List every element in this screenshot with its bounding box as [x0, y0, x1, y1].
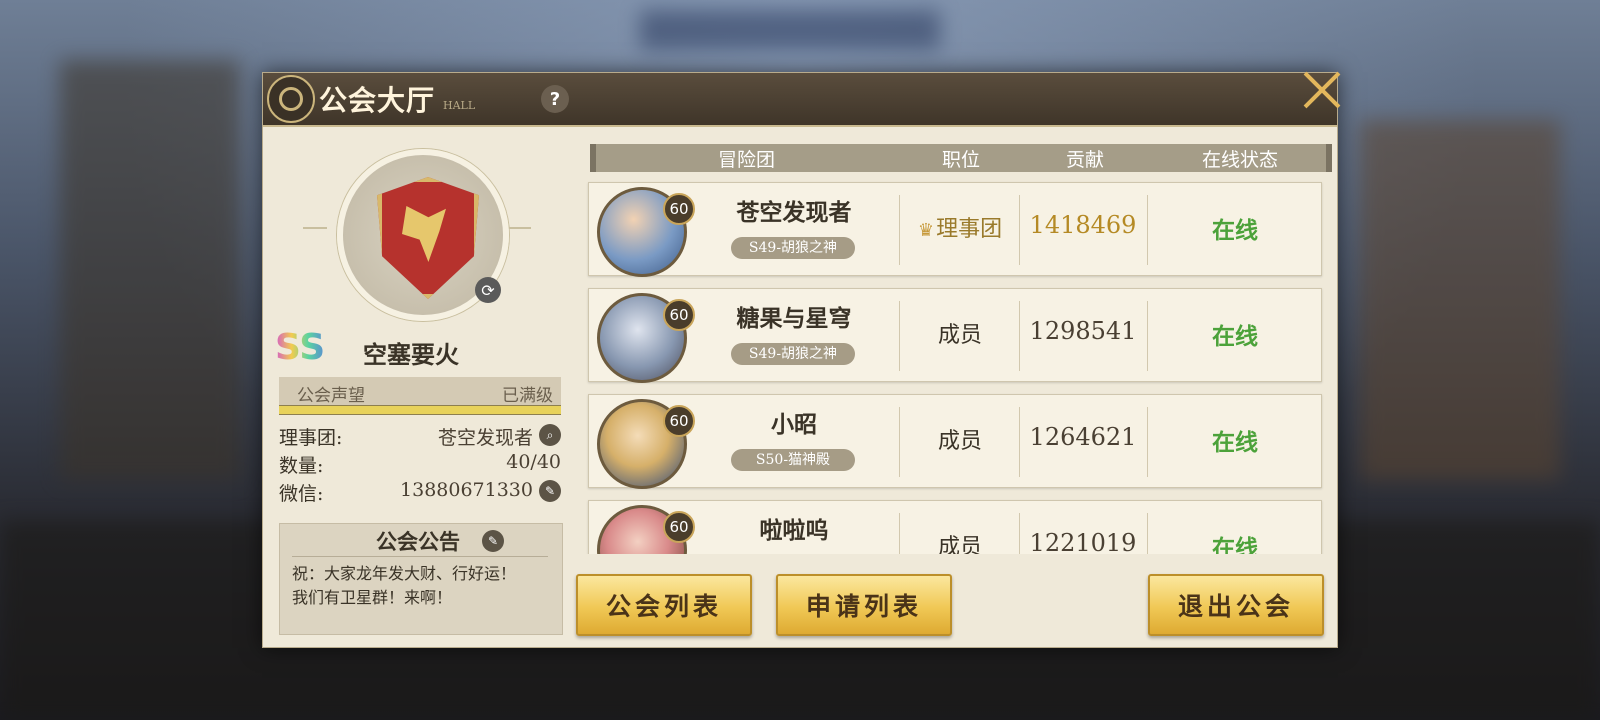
- member-name: 糖果与星穹: [736, 305, 852, 332]
- level-badge: 60: [663, 193, 695, 225]
- guild-emblem-icon: [267, 75, 315, 123]
- reputation-progress: [279, 405, 561, 415]
- background-building-left: [60, 60, 240, 480]
- count-value: 40/40: [506, 451, 561, 473]
- quit-guild-button[interactable]: 退出公会: [1148, 574, 1324, 636]
- council-value: 苍空发现者: [437, 427, 533, 449]
- column-divider: [899, 301, 900, 371]
- refresh-icon[interactable]: ⟳: [475, 277, 501, 303]
- notice-title: 公会公告: [376, 529, 460, 554]
- notice-edit-icon[interactable]: ✎: [482, 530, 504, 552]
- guild-info-column: ⟳ SS 空塞要火 公会声望 已满级 理事团: 苍空发现者 ⌕ 数量: 40/4…: [263, 127, 569, 647]
- member-row[interactable]: 60 糖果与星穹 S49-胡狼之神 成员 1298541 在线: [588, 288, 1322, 383]
- member-status: 在线: [1212, 217, 1258, 244]
- help-button[interactable]: ?: [541, 85, 569, 113]
- close-icon[interactable]: [1300, 68, 1344, 112]
- guild-notice: 公会公告 ✎ 祝：大家龙年发大财、行好运！ 我们有卫星群！来啊！: [279, 523, 563, 635]
- guild-rank: SS: [275, 327, 326, 368]
- count-label: 数量:: [279, 455, 324, 477]
- count-row: 数量: 40/40: [279, 451, 561, 477]
- column-divider: [899, 407, 900, 477]
- window-title: 公会大厅: [319, 84, 436, 117]
- title-bar: 公会大厅 HALL ?: [263, 73, 1337, 127]
- council-label: 理事团:: [279, 427, 343, 449]
- level-badge: 60: [663, 299, 695, 331]
- member-list[interactable]: 60 苍空发现者 S49-胡狼之神 ♛理事团 1418469 在线 60 糖果与…: [586, 178, 1324, 554]
- member-status: 在线: [1212, 323, 1258, 350]
- column-divider: [899, 513, 900, 554]
- background-building-right: [1360, 120, 1560, 480]
- guild-name: 空塞要火: [363, 340, 459, 369]
- header-contribution: 贡献: [1066, 149, 1105, 171]
- badge-divider-right: [507, 227, 531, 229]
- search-icon[interactable]: ⌕: [539, 424, 561, 446]
- reputation-label: 公会声望: [297, 386, 365, 406]
- member-table-header: 冒险团 职位 贡献 在线状态: [590, 144, 1332, 172]
- member-position: 成员: [937, 323, 982, 348]
- crown-icon: ♛: [917, 220, 935, 241]
- member-name: 苍空发现者: [736, 199, 852, 226]
- member-position: 成员: [937, 429, 982, 454]
- badge-divider-left: [303, 227, 327, 229]
- guild-list-button[interactable]: 公会列表: [576, 574, 752, 636]
- member-status: 在线: [1212, 535, 1258, 554]
- member-contribution: 1298541: [1029, 317, 1137, 345]
- apply-list-button[interactable]: 申请列表: [776, 574, 952, 636]
- column-divider: [1147, 513, 1148, 554]
- member-row[interactable]: 60 小昭 S50-猫神殿 成员 1264621 在线: [588, 394, 1322, 489]
- member-position-text: 理事团: [936, 217, 1003, 242]
- notice-text: 祝：大家龙年发大财、行好运！ 我们有卫星群！来啊！: [292, 564, 517, 607]
- member-server: S49-胡狼之神: [731, 343, 855, 365]
- member-row[interactable]: 60 啦啦呜 成员 1221019 在线: [588, 500, 1322, 554]
- column-divider: [1147, 407, 1148, 477]
- column-divider: [899, 195, 900, 265]
- reputation-status: 已满级: [502, 386, 553, 406]
- window-subtitle: HALL: [443, 99, 476, 112]
- member-position: 成员: [937, 535, 982, 554]
- member-name: 小昭: [771, 411, 817, 438]
- column-divider: [1147, 301, 1148, 371]
- wechat-label: 微信:: [279, 483, 324, 505]
- member-server: S50-猫神殿: [731, 449, 855, 471]
- shield-icon: [377, 177, 479, 299]
- member-contribution: 1264621: [1029, 423, 1137, 451]
- notice-divider: [292, 556, 548, 557]
- member-position: ♛理事团: [903, 211, 1017, 243]
- member-name: 啦啦呜: [759, 517, 829, 544]
- member-contribution: 1418469: [1029, 211, 1137, 239]
- council-row: 理事团: 苍空发现者 ⌕: [279, 423, 561, 449]
- edit-icon[interactable]: ✎: [539, 480, 561, 502]
- header-status: 在线状态: [1202, 149, 1279, 171]
- column-divider: [1147, 195, 1148, 265]
- member-row[interactable]: 60 苍空发现者 S49-胡狼之神 ♛理事团 1418469 在线: [588, 182, 1322, 277]
- level-badge: 60: [663, 511, 695, 543]
- background-sky: [640, 10, 940, 50]
- wechat-row: 微信: 13880671330 ✎: [279, 479, 561, 505]
- reputation-bar: 公会声望 已满级: [279, 377, 561, 407]
- wechat-value: 13880671330: [400, 479, 533, 501]
- member-server: S49-胡狼之神: [731, 237, 855, 259]
- wolf-head-icon: [402, 206, 446, 262]
- member-status: 在线: [1212, 429, 1258, 456]
- header-team: 冒险团: [718, 149, 776, 171]
- header-position: 职位: [942, 149, 981, 171]
- member-contribution: 1221019: [1029, 529, 1137, 554]
- level-badge: 60: [663, 405, 695, 437]
